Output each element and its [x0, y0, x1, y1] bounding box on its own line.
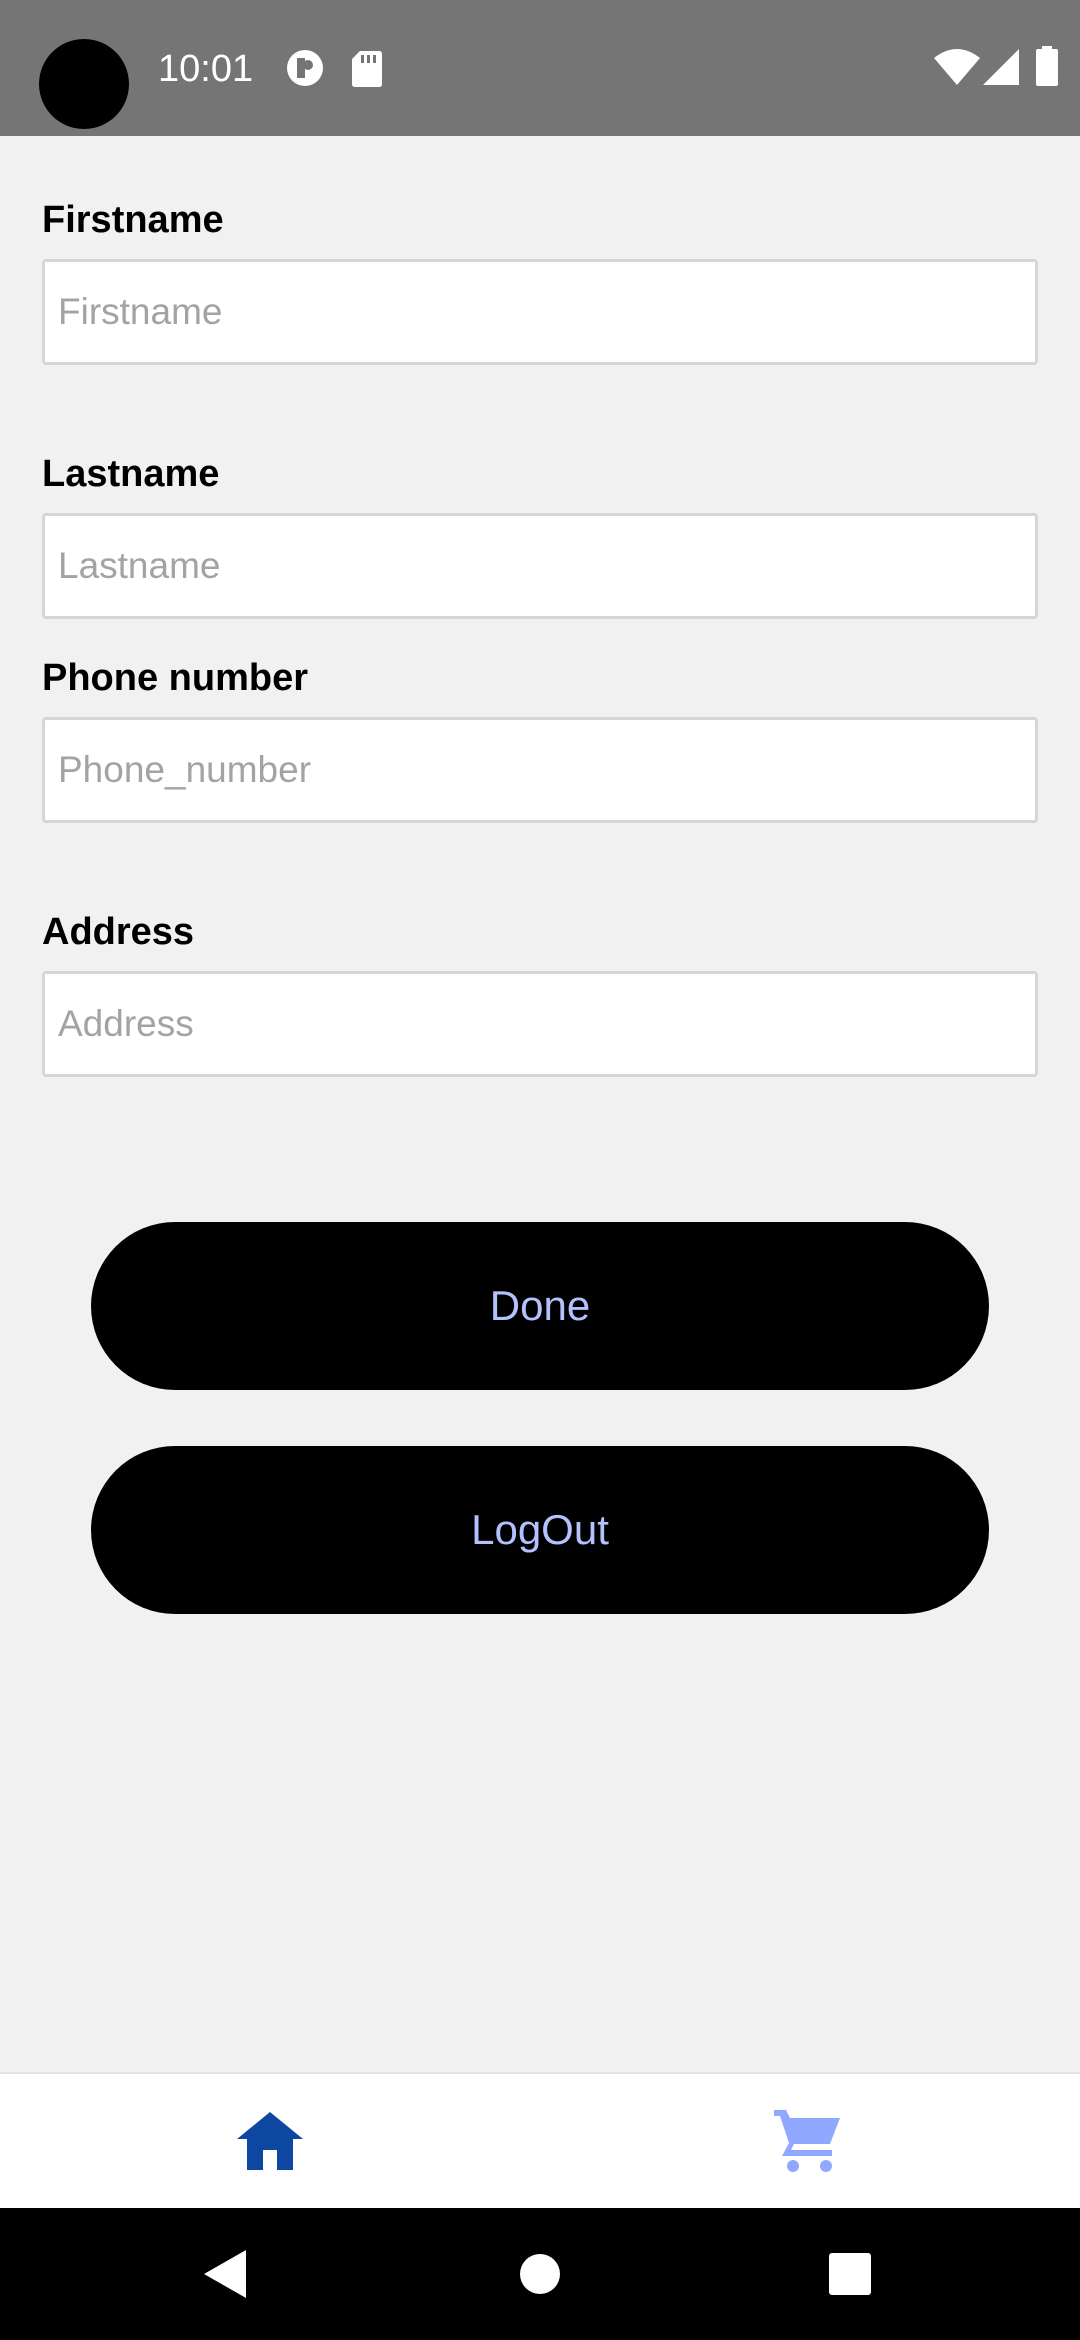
- tab-home[interactable]: [0, 2074, 540, 2208]
- lastname-label: Lastname: [42, 453, 220, 495]
- address-label: Address: [42, 911, 195, 953]
- done-button[interactable]: Done: [91, 1222, 989, 1390]
- phone-number-label: Phone number: [42, 657, 309, 699]
- firstname-input[interactable]: [42, 259, 1038, 365]
- privacy-indicator-icon: [287, 50, 323, 86]
- battery-icon: [1036, 46, 1058, 86]
- sd-card-icon: [352, 51, 382, 87]
- status-time: 10:01: [158, 48, 254, 90]
- status-bar: 10:01: [0, 0, 1080, 136]
- recents-icon[interactable]: [829, 2253, 871, 2295]
- back-icon[interactable]: [204, 2250, 246, 2298]
- phone-number-input[interactable]: [42, 717, 1038, 823]
- home-icon: [237, 2112, 303, 2170]
- cellular-signal-icon: [983, 49, 1019, 85]
- bottom-tab-bar: [0, 2072, 1080, 2208]
- wifi-icon: [934, 49, 980, 85]
- firstname-label: Firstname: [42, 199, 224, 241]
- cart-icon: [774, 2110, 840, 2172]
- address-input[interactable]: [42, 971, 1038, 1077]
- system-navigation-bar: [0, 2208, 1080, 2340]
- tab-cart[interactable]: [540, 2074, 1080, 2208]
- home-nav-icon[interactable]: [520, 2254, 560, 2294]
- lastname-input[interactable]: [42, 513, 1038, 619]
- logout-button[interactable]: LogOut: [91, 1446, 989, 1614]
- camera-cutout: [39, 39, 129, 129]
